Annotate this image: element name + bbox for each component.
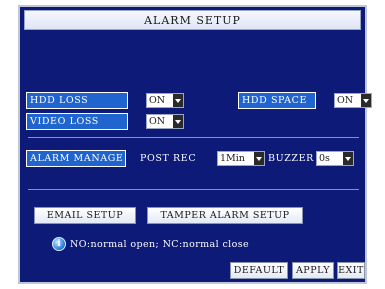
dropdown-arrow-icon xyxy=(361,94,371,107)
post-rec-label: POST REC xyxy=(140,153,197,164)
hdd-space-label: HDD SPACE xyxy=(238,92,316,109)
buzzer-label: BUZZER xyxy=(268,153,314,164)
video-loss-label: VIDEO LOSS xyxy=(26,113,128,130)
video-loss-select[interactable]: ON xyxy=(146,114,184,129)
dropdown-arrow-icon xyxy=(173,115,183,128)
email-setup-button[interactable]: EMAIL SETUP xyxy=(34,207,136,224)
hdd-space-select[interactable]: ON xyxy=(334,93,372,108)
section-divider xyxy=(28,137,359,138)
hdd-loss-select[interactable]: ON xyxy=(146,93,184,108)
hdd-loss-label: HDD LOSS xyxy=(26,92,128,109)
exit-button[interactable]: EXIT xyxy=(337,262,365,279)
dropdown-arrow-icon xyxy=(173,94,183,107)
dropdown-arrow-icon xyxy=(343,152,353,165)
info-icon: i xyxy=(52,237,66,251)
hdd-space-value: ON xyxy=(337,95,354,106)
dropdown-arrow-icon xyxy=(254,152,264,165)
post-rec-value: 1Min xyxy=(220,153,245,164)
apply-button[interactable]: APPLY xyxy=(292,262,334,279)
no-nc-note: NO:normal open; NC:normal close xyxy=(70,238,250,250)
hdd-loss-value: ON xyxy=(149,95,166,106)
alarm-manage-label: ALARM MANAGE xyxy=(26,150,126,167)
alarm-setup-window: ALARM SETUP HDD LOSS ON HDD SPACE ON VID… xyxy=(18,5,372,284)
buzzer-value: 0s xyxy=(319,153,330,164)
tamper-alarm-setup-button[interactable]: TAMPER ALARM SETUP xyxy=(147,207,303,224)
video-loss-value: ON xyxy=(149,116,166,127)
section-divider xyxy=(28,189,359,190)
default-button[interactable]: DEFAULT xyxy=(230,262,288,279)
post-rec-select[interactable]: 1Min xyxy=(217,151,265,166)
window-title: ALARM SETUP xyxy=(24,10,361,30)
buzzer-select[interactable]: 0s xyxy=(316,151,354,166)
